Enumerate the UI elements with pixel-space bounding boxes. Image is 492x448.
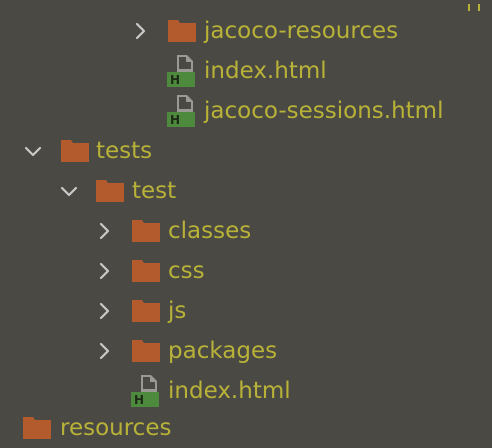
- html-badge-letter: H: [170, 73, 180, 87]
- tree-row-css[interactable]: css: [0, 251, 492, 291]
- project-file-tree: jacoco-resources H index.html H jacoco-s…: [0, 0, 492, 441]
- tree-row-jacoco-sessions-html[interactable]: H jacoco-sessions.html: [0, 91, 492, 131]
- folder-icon: [60, 139, 90, 163]
- html-file-icon: H: [131, 375, 161, 407]
- chevron-right-icon[interactable]: [93, 220, 115, 242]
- tree-row-jacoco-resources[interactable]: jacoco-resources: [0, 11, 492, 51]
- tree-item-label: jacoco-sessions.html: [204, 98, 444, 124]
- chevron-right-icon[interactable]: [93, 260, 115, 282]
- chevron-down-icon[interactable]: [22, 140, 44, 162]
- tree-row-test[interactable]: test: [0, 171, 492, 211]
- folder-icon: [131, 219, 161, 243]
- chevron-right-icon[interactable]: [129, 20, 151, 42]
- chevron-right-icon[interactable]: [93, 340, 115, 362]
- tree-item-label: classes: [168, 218, 252, 244]
- html-file-icon: H: [167, 55, 197, 87]
- tree-item-label: index.html: [204, 58, 327, 84]
- tree-item-label: tests: [96, 138, 153, 164]
- partial-item-fragment: [468, 0, 482, 11]
- tree-row-index-html[interactable]: H index.html: [0, 51, 492, 91]
- tree-item-label: packages: [168, 338, 278, 364]
- tree-item-label: index.html: [168, 378, 291, 404]
- folder-icon: [22, 416, 52, 440]
- folder-icon: [167, 19, 197, 43]
- html-file-icon: H: [167, 95, 197, 127]
- tree-item-label: jacoco-resources: [204, 18, 399, 44]
- tree-item-label: css: [168, 258, 205, 284]
- tree-item-label: resources: [60, 415, 172, 441]
- tree-row-js[interactable]: js: [0, 291, 492, 331]
- tree-row-index-html[interactable]: H index.html: [0, 371, 492, 411]
- tree-row-tests[interactable]: tests: [0, 131, 492, 171]
- tree-item-label: js: [168, 298, 187, 324]
- chevron-right-icon[interactable]: [93, 300, 115, 322]
- tree-row-resources[interactable]: resources: [0, 408, 492, 448]
- tree-row-packages[interactable]: packages: [0, 331, 492, 371]
- folder-icon: [131, 339, 161, 363]
- folder-icon: [131, 259, 161, 283]
- folder-icon: [95, 179, 125, 203]
- tree-item-label: test: [132, 178, 177, 204]
- chevron-down-icon[interactable]: [58, 180, 80, 202]
- folder-icon: [131, 299, 161, 323]
- tree-row-classes[interactable]: classes: [0, 211, 492, 251]
- html-badge-letter: H: [170, 113, 180, 127]
- html-badge-letter: H: [134, 393, 144, 407]
